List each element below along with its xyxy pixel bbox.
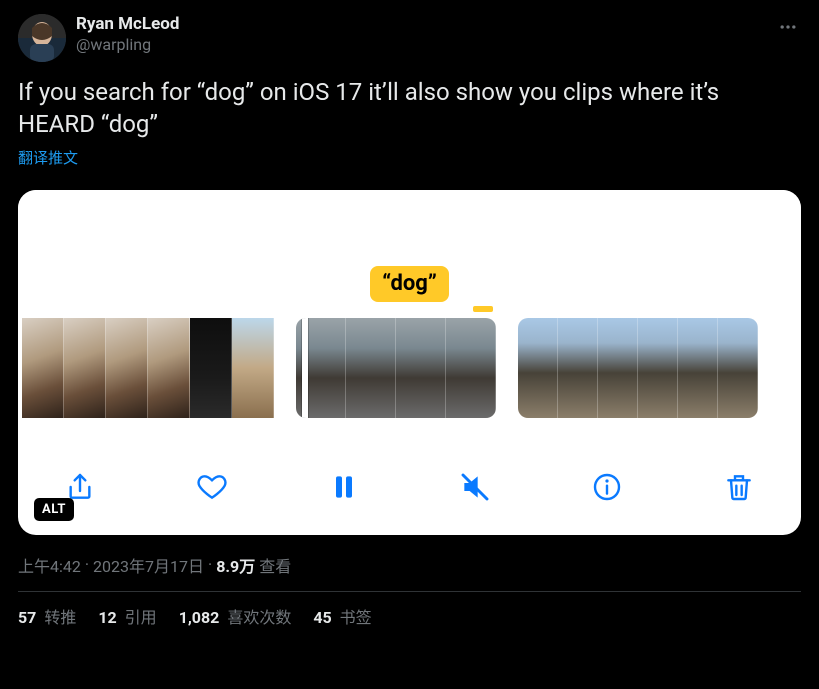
- meta-separator: ·: [208, 555, 212, 574]
- avatar[interactable]: [18, 14, 66, 62]
- bookmarks-stat[interactable]: 45 书签: [313, 604, 371, 628]
- video-frame: [22, 318, 64, 418]
- playhead[interactable]: [302, 318, 308, 418]
- user-handle[interactable]: @warpling: [76, 35, 179, 55]
- video-frame: [232, 318, 274, 418]
- more-options-button[interactable]: [771, 10, 805, 44]
- video-frame: [190, 318, 232, 418]
- tweet-header: Ryan McLeod @warpling: [18, 14, 801, 62]
- retweets-stat[interactable]: 57 转推: [18, 604, 76, 628]
- delete-button[interactable]: [719, 467, 759, 507]
- video-frame: [518, 318, 558, 418]
- pause-button[interactable]: [324, 467, 364, 507]
- video-frame: [678, 318, 718, 418]
- divider: [18, 591, 801, 592]
- tweet-meta: 上午4:42 · 2023年7月17日 · 8.9万 查看: [18, 553, 801, 577]
- video-frame: [346, 318, 396, 418]
- video-frame: [598, 318, 638, 418]
- video-frame: [558, 318, 598, 418]
- info-button[interactable]: [587, 467, 627, 507]
- tweet-date[interactable]: 2023年7月17日: [93, 553, 204, 577]
- tweet-stats: 57 转推 12 引用 1,082 喜欢次数 45 书签: [18, 604, 801, 628]
- media-toolbar: [18, 459, 801, 515]
- video-frame: [446, 318, 496, 418]
- video-timeline[interactable]: [18, 318, 801, 418]
- translate-link[interactable]: 翻译推文: [18, 147, 78, 168]
- alt-badge[interactable]: ALT: [34, 498, 74, 521]
- quotes-stat[interactable]: 12 引用: [98, 604, 156, 628]
- tweet-container: Ryan McLeod @warpling If you search for …: [0, 0, 819, 628]
- video-frame: [64, 318, 106, 418]
- media-card[interactable]: “dog”: [18, 190, 801, 535]
- media-whitespace: [18, 190, 801, 274]
- like-button[interactable]: [192, 467, 232, 507]
- likes-stat[interactable]: 1,082 喜欢次数: [179, 604, 292, 628]
- views-label: 查看: [259, 553, 291, 577]
- video-frame: [148, 318, 190, 418]
- meta-separator: ·: [85, 555, 89, 574]
- display-name[interactable]: Ryan McLeod: [76, 14, 179, 35]
- clip-group-1[interactable]: [22, 318, 274, 418]
- mute-button[interactable]: [455, 467, 495, 507]
- video-frame: [396, 318, 446, 418]
- views-count: 8.9万: [216, 553, 255, 577]
- clip-group-3[interactable]: [518, 318, 758, 418]
- tweet-time[interactable]: 上午4:42: [18, 553, 81, 577]
- tweet-text: If you search for “dog” on iOS 17 it’ll …: [18, 76, 801, 141]
- video-frame: [106, 318, 148, 418]
- user-block: Ryan McLeod @warpling: [76, 14, 179, 55]
- video-frame: [638, 318, 678, 418]
- video-frame: [718, 318, 758, 418]
- timeline-marker: [473, 306, 493, 312]
- clip-group-2[interactable]: [296, 318, 496, 418]
